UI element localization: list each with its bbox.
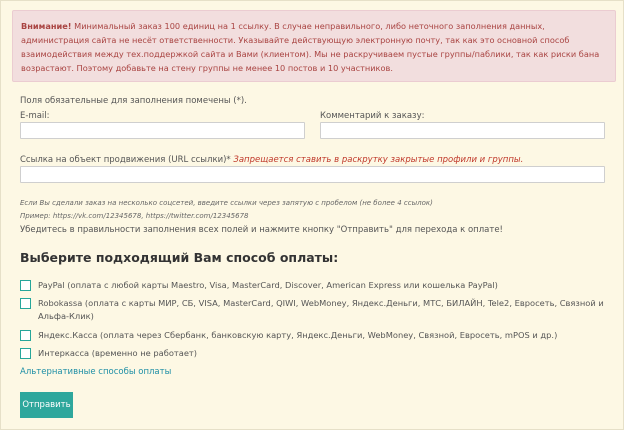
submit-button[interactable]: Отправить bbox=[20, 392, 73, 418]
required-note: Поля обязательные для заполнения помечен… bbox=[20, 96, 247, 106]
comment-field[interactable] bbox=[320, 122, 605, 139]
payment-option-label: Robokassa (оплата с карты МИР, СБ, VISA,… bbox=[38, 298, 604, 321]
paypal-checkbox[interactable] bbox=[20, 280, 31, 291]
example-note: Пример: https://vk.com/12345678, https:/… bbox=[20, 212, 249, 220]
warning-alert: Внимание! Минимальный заказ 100 единиц н… bbox=[12, 10, 616, 82]
payment-option-label: PayPal (оплата с любой карты Maestro, Vi… bbox=[38, 280, 498, 290]
email-field[interactable] bbox=[20, 122, 305, 139]
payment-heading: Выберите подходящий Вам способ оплаты: bbox=[20, 250, 339, 265]
alternative-payment-link[interactable]: Альтернативные способы оплаты bbox=[20, 367, 171, 377]
check-instruction: Убедитесь в правильности заполнения всех… bbox=[20, 225, 503, 235]
interkassa-checkbox[interactable] bbox=[20, 348, 31, 359]
yandex-kassa-checkbox[interactable] bbox=[20, 330, 31, 341]
url-warning: Запрещается ставить в раскрутку закрытые… bbox=[233, 155, 524, 165]
url-label: Ссылка на объект продвижения (URL ссылки… bbox=[20, 155, 231, 165]
multi-link-note: Если Вы сделали заказ на несколько соцсе… bbox=[20, 199, 433, 207]
email-label: E-mail: bbox=[20, 111, 50, 121]
payment-option-label: Интеркасса (временно не работает) bbox=[38, 348, 198, 358]
url-label-row: Ссылка на объект продвижения (URL ссылки… bbox=[20, 155, 523, 165]
robokassa-checkbox[interactable] bbox=[20, 298, 31, 309]
alert-title: Внимание! bbox=[21, 21, 72, 31]
comment-label: Комментарий к заказу: bbox=[320, 111, 425, 121]
alert-text: Минимальный заказ 100 единиц на 1 ссылку… bbox=[21, 21, 600, 73]
url-field[interactable] bbox=[20, 166, 605, 183]
payment-option-label: Яндекс.Касса (оплата через Сбербанк, бан… bbox=[38, 330, 558, 340]
